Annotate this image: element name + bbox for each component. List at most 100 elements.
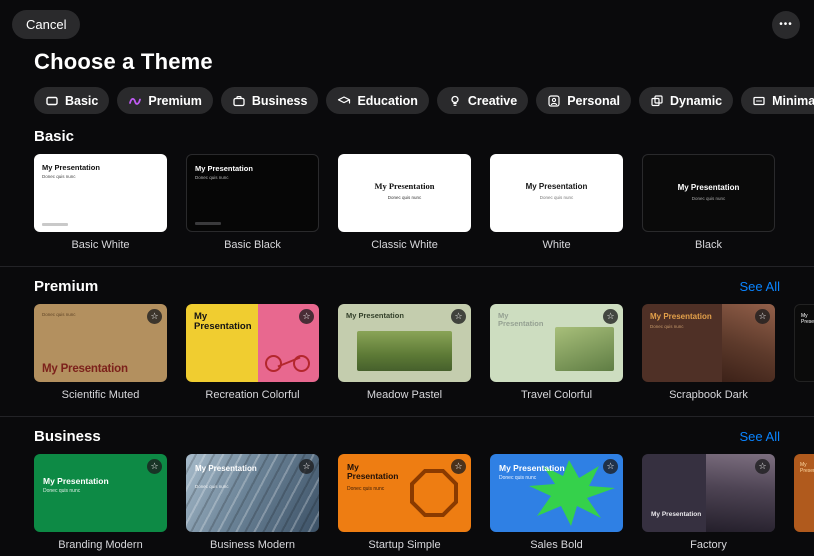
ellipsis-icon: ••• xyxy=(779,18,793,30)
theme-row-business: ☆ My Presentation Donec quis nunc Brandi… xyxy=(0,454,814,551)
thumb-title: My Presentation xyxy=(801,313,814,325)
premium-star-badge: ☆ xyxy=(755,459,770,474)
cancel-button[interactable]: Cancel xyxy=(12,10,81,39)
theme-card-premium-partial[interactable]: ☆ My Presentation xyxy=(794,304,814,401)
see-all-business-link[interactable]: See All xyxy=(740,429,780,444)
thumb-title: My Presentation xyxy=(498,311,544,329)
graduation-cap-icon xyxy=(337,94,351,108)
theme-card-classic-white[interactable]: My Presentation Donec quis nunc Classic … xyxy=(338,154,471,251)
theme-card-business-partial[interactable]: ☆ My Presentation xyxy=(794,454,814,551)
filter-chip-basic[interactable]: Basic xyxy=(34,87,110,114)
theme-card-startup-simple[interactable]: ☆ My Presentation Donec quis nunc Startu… xyxy=(338,454,471,551)
theme-name: Basic Black xyxy=(224,239,281,251)
filter-chip-label: Minimal xyxy=(772,93,814,108)
theme-name: Travel Colorful xyxy=(520,389,593,401)
thumb-title: My Presentation xyxy=(43,476,109,486)
theme-name: Business Modern xyxy=(210,539,295,551)
layers-icon xyxy=(650,94,664,108)
theme-row-premium: ☆ Donec quis nunc My Presentation Scient… xyxy=(0,304,814,401)
theme-card-recreation-colorful[interactable]: ☆ My Presentation Recreation Colorful xyxy=(186,304,319,401)
theme-thumbnail: ☆ My Presentation Donec quis nunc xyxy=(642,304,775,382)
filter-chip-creative[interactable]: Creative xyxy=(436,87,529,114)
filter-chip-label: Creative xyxy=(467,93,518,108)
section-title: Premium xyxy=(34,278,99,295)
filter-chip-education[interactable]: Education xyxy=(326,87,429,114)
section-title: Basic xyxy=(34,128,75,145)
filter-chip-label: Business xyxy=(251,93,308,108)
theme-thumbnail: My Presentation Donec quis nunc xyxy=(186,154,319,232)
theme-card-white[interactable]: My Presentation Donec quis nunc White xyxy=(490,154,623,251)
thumb-author-bar xyxy=(195,222,221,225)
premium-star-badge: ☆ xyxy=(603,309,618,324)
section-basic-header: Basic xyxy=(0,128,814,145)
premium-star-badge: ☆ xyxy=(299,459,314,474)
briefcase-icon xyxy=(232,94,246,108)
premium-star-badge: ☆ xyxy=(299,309,314,324)
thumb-title: My Presentation xyxy=(800,462,814,474)
theme-thumbnail: ☆ Donec quis nunc My Presentation xyxy=(34,304,167,382)
theme-card-sales-bold[interactable]: ☆ My Presentation Donec quis nunc Sales … xyxy=(490,454,623,551)
theme-card-meadow-pastel[interactable]: ☆ My Presentation Meadow Pastel xyxy=(338,304,471,401)
thumb-subtitle: Donec quis nunc xyxy=(539,195,574,200)
theme-card-branding-modern[interactable]: ☆ My Presentation Donec quis nunc Brandi… xyxy=(34,454,167,551)
thumb-title: My Presentation xyxy=(651,510,702,518)
thumb-subtitle: Donec quis nunc xyxy=(195,484,229,489)
filter-chip-business[interactable]: Business xyxy=(220,87,319,114)
thumb-title: My Presentation xyxy=(677,183,740,192)
thumb-title: My Presentation xyxy=(195,164,253,173)
filter-chip-label: Premium xyxy=(148,93,202,108)
thumb-subtitle: Donec quis nunc xyxy=(691,196,726,201)
thumb-title: My Presentation xyxy=(347,462,399,481)
theme-name: Scientific Muted xyxy=(61,389,140,401)
theme-card-black[interactable]: My Presentation Donec quis nunc Black xyxy=(642,154,775,251)
more-options-button[interactable]: ••• xyxy=(772,10,800,39)
theme-row-basic: My Presentation Donec quis nunc Basic Wh… xyxy=(0,154,814,251)
thumb-title: My Presentation xyxy=(525,182,588,191)
theme-card-factory[interactable]: ☆ My Presentation Factory xyxy=(642,454,775,551)
theme-card-basic-white[interactable]: My Presentation Donec quis nunc Basic Wh… xyxy=(34,154,167,251)
theme-name: Startup Simple xyxy=(368,539,441,551)
meadow-painting-graphic xyxy=(356,330,453,372)
thumb-title: My Presentation xyxy=(499,463,565,473)
theme-card-basic-black[interactable]: My Presentation Donec quis nunc Basic Bl… xyxy=(186,154,319,251)
theme-card-travel-colorful[interactable]: ☆ My Presentation Travel Colorful xyxy=(490,304,623,401)
travel-photo-graphic xyxy=(555,327,614,372)
theme-thumbnail: ☆ My Presentation Donec quis nunc xyxy=(34,454,167,532)
filter-chip-minimal[interactable]: Minimal xyxy=(741,87,814,114)
thumb-title: My Presentation xyxy=(42,363,128,375)
see-all-premium-link[interactable]: See All xyxy=(740,279,780,294)
thumb-subtitle: Donec quis nunc xyxy=(42,312,76,317)
theme-name: Meadow Pastel xyxy=(366,389,443,401)
thumb-title: My Presentation xyxy=(374,181,435,191)
filter-chip-label: Dynamic xyxy=(670,93,723,108)
page-title: Choose a Theme xyxy=(34,49,213,74)
thumb-title: My Presentation xyxy=(195,464,257,473)
filter-chip-label: Basic xyxy=(65,93,99,108)
thumb-title: My Presentation xyxy=(194,311,252,332)
theme-thumbnail: My Presentation Donec quis nunc xyxy=(490,154,623,232)
premium-star-badge: ☆ xyxy=(755,309,770,324)
premium-star-badge: ☆ xyxy=(147,309,162,324)
thumb-subtitle: Donec quis nunc xyxy=(499,475,537,481)
thumb-title: My Presentation xyxy=(346,311,404,320)
theme-thumbnail: ☆ My Presentation xyxy=(186,304,319,382)
lightbulb-icon xyxy=(448,94,462,108)
section-basic: Basic My Presentation Donec quis nunc Ba… xyxy=(0,128,814,251)
section-title: Business xyxy=(34,428,101,445)
theme-thumbnail: ☆ My Presentation Donec quis nunc xyxy=(338,454,471,532)
premium-star-badge: ☆ xyxy=(603,459,618,474)
theme-thumbnail: ☆ My Presentation Donec quis nunc xyxy=(490,454,623,532)
theme-thumbnail: ☆ My Presentation xyxy=(794,454,814,532)
filter-chip-personal[interactable]: Personal xyxy=(536,87,632,114)
theme-filter-bar: Basic Premium Business Education Creativ… xyxy=(34,87,814,114)
theme-thumbnail: My Presentation Donec quis nunc xyxy=(338,154,471,232)
filter-chip-dynamic[interactable]: Dynamic xyxy=(639,87,734,114)
thumb-subtitle: Donec quis nunc xyxy=(195,175,229,180)
theme-card-business-modern[interactable]: ☆ My Presentation Donec quis nunc Busine… xyxy=(186,454,319,551)
top-bar: Cancel ••• xyxy=(0,0,814,39)
theme-card-scientific-muted[interactable]: ☆ Donec quis nunc My Presentation Scient… xyxy=(34,304,167,401)
theme-card-scrapbook-dark[interactable]: ☆ My Presentation Donec quis nunc Scrapb… xyxy=(642,304,775,401)
theme-name: Factory xyxy=(690,539,727,551)
octagon-graphic xyxy=(410,469,458,517)
filter-chip-premium[interactable]: Premium xyxy=(117,87,213,114)
